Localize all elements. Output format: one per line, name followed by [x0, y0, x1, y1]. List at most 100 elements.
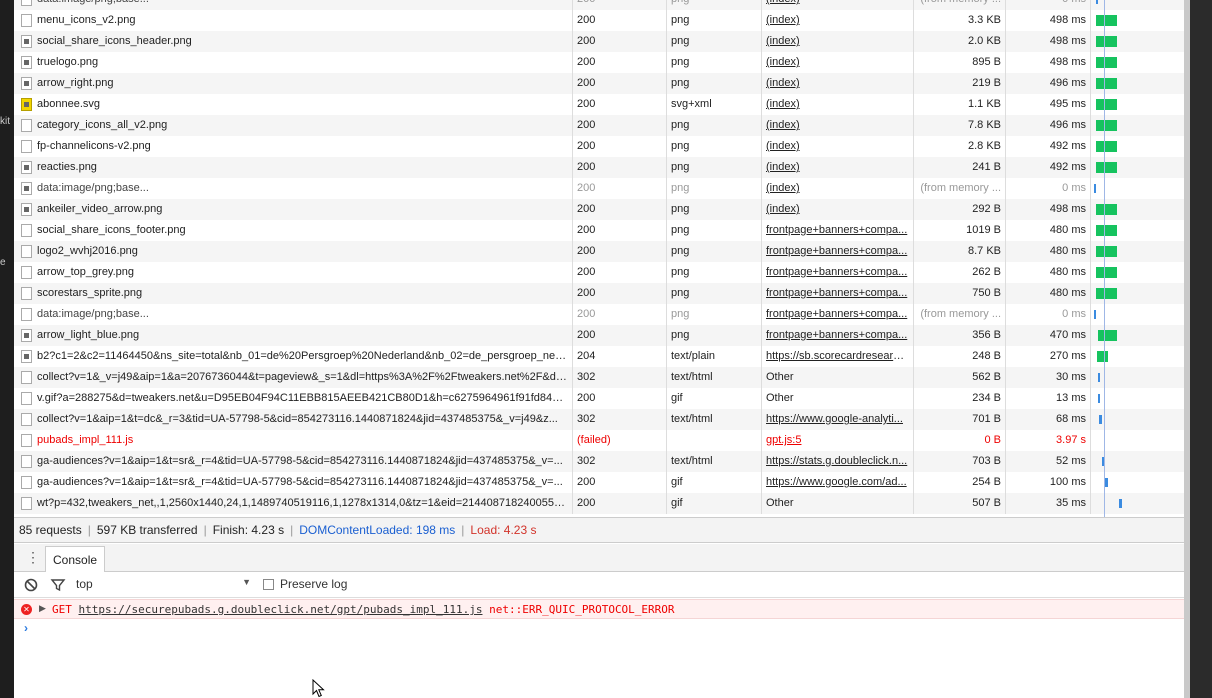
request-status: 200: [573, 493, 667, 514]
initiator-link[interactable]: (index): [766, 161, 800, 173]
initiator-link[interactable]: gpt.js:5: [766, 434, 801, 446]
waterfall-bar: [1096, 99, 1117, 110]
initiator-link[interactable]: (index): [766, 77, 800, 89]
initiator-link[interactable]: (index): [766, 98, 800, 110]
clear-console-icon[interactable]: [23, 577, 39, 593]
table-row[interactable]: wt?p=432,tweakers_net,,1,2560x1440,24,1,…: [14, 493, 1184, 514]
request-name: ga-audiences?v=1&aip=1&t=sr&_r=4&tid=UA-…: [14, 451, 573, 472]
waterfall-bar: [1096, 246, 1117, 257]
waterfall-bar: [1096, 204, 1117, 215]
network-request-table: data:image/png;base...200png(index)(from…: [14, 0, 1184, 514]
drawer-menu-icon[interactable]: ⋮: [26, 550, 40, 564]
table-row[interactable]: data:image/png;base...200png (index) (from…: [14, 0, 1184, 10]
table-row[interactable]: menu_icons_v2.png 200 png (index) 3.3 KB 498 …: [14, 10, 1184, 31]
request-status: 200: [573, 472, 667, 493]
request-time: 498 ms: [1006, 199, 1091, 220]
table-row[interactable]: collect?v=1&_v=j49&aip=1&a=2076736044&t=…: [14, 367, 1184, 388]
initiator-link[interactable]: https://www.google.com/ad...: [766, 476, 907, 488]
background-window-strip: [1184, 0, 1212, 698]
request-name: scorestars_sprite.png: [14, 283, 573, 304]
table-row[interactable]: data:image/png;base... 200 png frontpage+ba…: [14, 304, 1184, 325]
initiator-link[interactable]: (index): [766, 140, 800, 152]
table-row[interactable]: fp-channelicons-v2.png 200 png (index) 2.8 K…: [14, 136, 1184, 157]
table-row[interactable]: arrow_right.png 200 png (index) 219 B 496 ms: [14, 73, 1184, 94]
request-size: 507 B: [914, 493, 1006, 514]
table-row[interactable]: collect?v=1&aip=1&t=dc&_r=3&tid=UA-57798…: [14, 409, 1184, 430]
table-row[interactable]: b2?c1=2&c2=11464450&ns_site=total&nb_01=…: [14, 346, 1184, 367]
table-row[interactable]: category_icons_all_v2.png 200 png (index) 7.…: [14, 115, 1184, 136]
table-row[interactable]: logo2_wvhj2016.png 200 png frontpage+banner…: [14, 241, 1184, 262]
request-type: png: [667, 325, 762, 346]
request-initiator: (index): [762, 31, 914, 52]
filter-icon[interactable]: [50, 577, 66, 593]
transferred-size: 597 KB transferred: [96, 523, 198, 537]
table-row[interactable]: v.gif?a=288275&d=tweakers.net&u=D95EB04F…: [14, 388, 1184, 409]
blank-file-icon: [21, 371, 32, 384]
initiator-link[interactable]: (index): [766, 14, 800, 26]
initiator-link[interactable]: frontpage+banners+compa...: [766, 266, 907, 278]
table-row[interactable]: social_share_icons_footer.png 200 png front…: [14, 220, 1184, 241]
blank-file-icon: [21, 392, 32, 405]
table-row[interactable]: scorestars_sprite.png 200 png frontpage+ban…: [14, 283, 1184, 304]
blank-file-icon: [21, 14, 32, 27]
doc-file-icon: [21, 350, 32, 363]
request-type: png: [667, 241, 762, 262]
table-row[interactable]: ga-audiences?v=1&aip=1&t=sr&_r=4&tid=UA-…: [14, 451, 1184, 472]
checkbox-box[interactable]: [263, 579, 274, 590]
request-name: collect?v=1&aip=1&t=dc&_r=3&tid=UA-57798…: [14, 409, 573, 430]
request-name: data:image/png;base...: [14, 304, 573, 325]
request-status: 200: [573, 136, 667, 157]
request-type: text/html: [667, 409, 762, 430]
initiator-link[interactable]: (index): [766, 182, 800, 194]
initiator-link[interactable]: (index): [766, 35, 800, 47]
initiator-link[interactable]: https://stats.g.doubleclick.n...: [766, 455, 907, 467]
table-row[interactable]: ankeiler_video_arrow.png 200 png (index) 292…: [14, 199, 1184, 220]
request-status: 200: [573, 73, 667, 94]
tab-console[interactable]: Console: [45, 546, 106, 572]
waterfall-bar: [1098, 373, 1100, 382]
table-row[interactable]: arrow_light_blue.png 200 png frontpage+bann…: [14, 325, 1184, 346]
request-name: collect?v=1&_v=j49&aip=1&a=2076736044&t=…: [14, 367, 573, 388]
expand-triangle-icon[interactable]: ▶: [39, 600, 46, 619]
initiator-link[interactable]: (index): [766, 56, 800, 68]
initiator-link[interactable]: frontpage+banners+compa...: [766, 245, 907, 257]
request-name: logo2_wvhj2016.png: [14, 241, 573, 262]
error-text: GET https://securepubads.g.doubleclick.n…: [52, 600, 675, 619]
preserve-log-checkbox[interactable]: Preserve log: [263, 577, 347, 593]
table-row[interactable]: arrow_top_grey.png 200 png frontpage+banner…: [14, 262, 1184, 283]
console-prompt-icon[interactable]: ›: [24, 621, 28, 635]
request-type: svg+xml: [667, 94, 762, 115]
waterfall-bar: [1099, 415, 1102, 424]
initiator-link[interactable]: https://www.google-analyti...: [766, 413, 903, 425]
initiator-link[interactable]: frontpage+banners+compa...: [766, 287, 907, 299]
request-size: (from memory ...: [914, 178, 1006, 199]
request-initiator: (index): [762, 73, 914, 94]
request-initiator: (index): [762, 52, 914, 73]
table-row[interactable]: pubads_impl_111.js (failed) gpt.js:5 0 B 3.9…: [14, 430, 1184, 451]
arrow-file-icon: [21, 329, 32, 342]
initiator-link[interactable]: (index): [766, 0, 800, 5]
request-status: 200: [573, 94, 667, 115]
table-row[interactable]: data:image/png;base...200png (index) (from…: [14, 178, 1184, 199]
request-name: arrow_top_grey.png: [14, 262, 573, 283]
initiator-link[interactable]: frontpage+banners+compa...: [766, 308, 907, 320]
request-time: 480 ms: [1006, 283, 1091, 304]
table-row[interactable]: ga-audiences?v=1&aip=1&t=sr&_r=4&tid=UA-…: [14, 472, 1184, 493]
initiator-link[interactable]: (index): [766, 119, 800, 131]
initiator-link[interactable]: (index): [766, 203, 800, 215]
blank-file-icon: [21, 140, 32, 153]
initiator-link[interactable]: https://sb.scorecardresearch...: [766, 350, 913, 362]
request-status: 200: [573, 304, 667, 325]
table-row[interactable]: truelogo.png 200 png (index) 895 B 498 ms: [14, 52, 1184, 73]
initiator-link[interactable]: frontpage+banners+compa...: [766, 329, 907, 341]
table-row[interactable]: social_share_icons_header.png 200 png (inde…: [14, 31, 1184, 52]
initiator-link[interactable]: frontpage+banners+compa...: [766, 224, 907, 236]
error-url-link[interactable]: https://securepubads.g.doubleclick.net/g…: [79, 603, 483, 616]
request-status: 302: [573, 451, 667, 472]
table-row[interactable]: abonnee.svg 200 svg+xml (index) 1.1 KB 495 ms: [14, 94, 1184, 115]
console-error-message[interactable]: ✕ ▶ GET https://securepubads.g.doublecli…: [14, 599, 1184, 619]
table-row[interactable]: reacties.png 200 png (index) 241 B 492 ms: [14, 157, 1184, 178]
request-time: 470 ms: [1006, 325, 1091, 346]
context-selector[interactable]: top ▼: [76, 577, 251, 593]
background-text-fragment: kit: [0, 116, 10, 127]
